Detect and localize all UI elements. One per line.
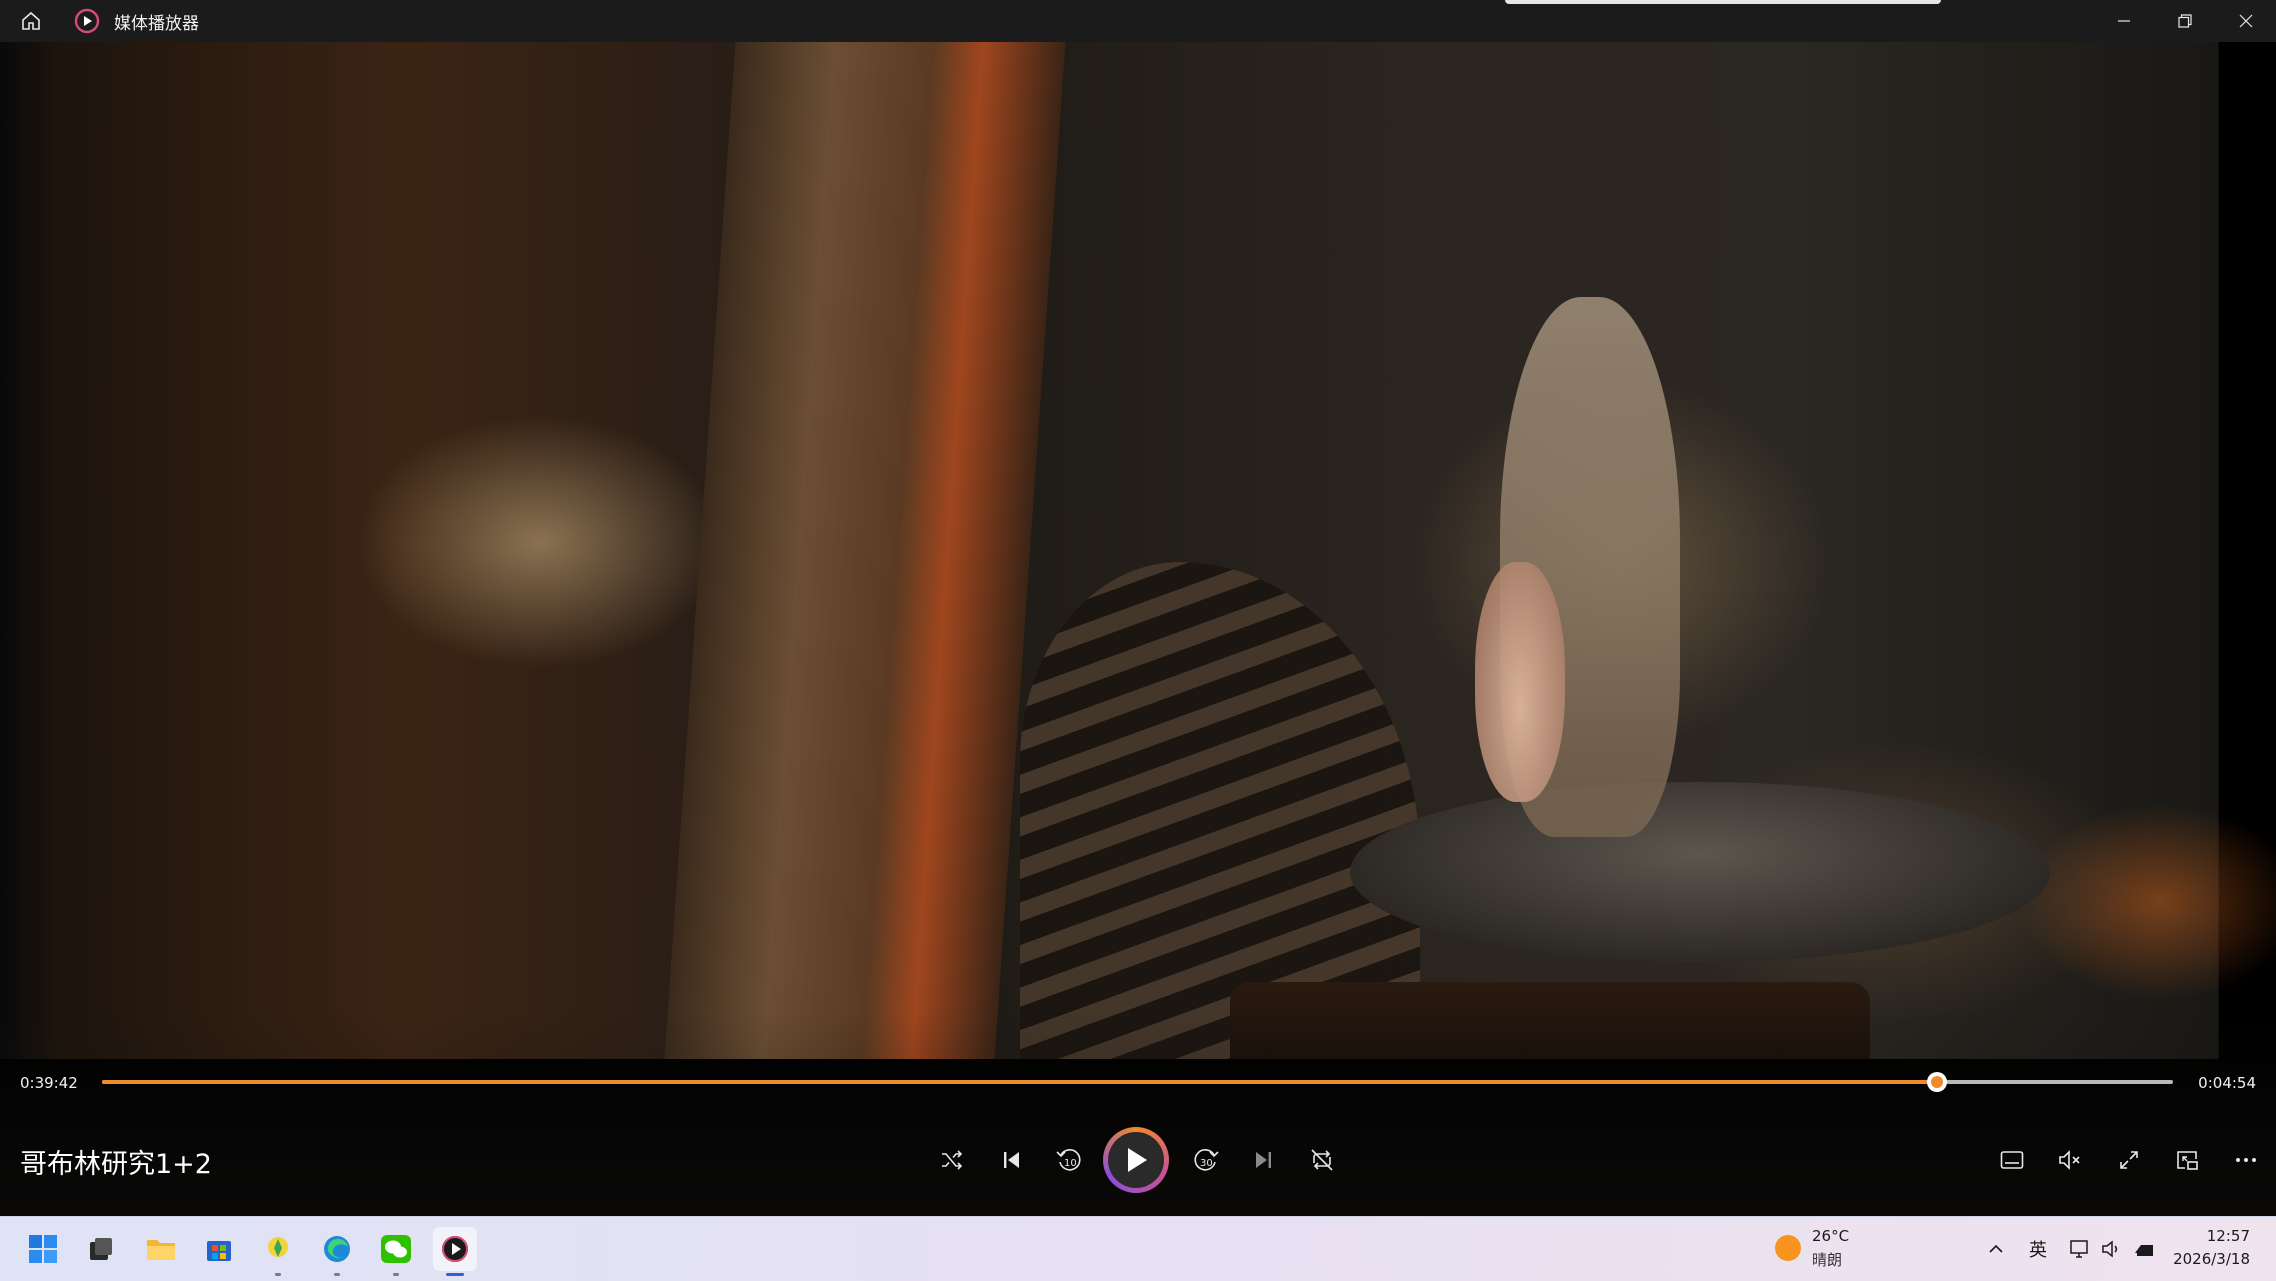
scene-tree-trunk [664,42,1066,1059]
rewind-10-label: 10 [1064,1158,1077,1169]
video-frame[interactable] [0,42,2276,1059]
weather-sun-icon[interactable] [1773,1233,1803,1263]
more-button[interactable] [2220,1134,2272,1186]
shuffle-icon [942,1150,963,1170]
top-search-bar-edge [1505,0,1941,4]
play-button[interactable] [1103,1127,1169,1193]
weather-temperature[interactable]: 26°C [1812,1227,1849,1245]
restore-button[interactable] [2154,0,2215,42]
previous-button[interactable] [985,1134,1037,1186]
network-button[interactable] [2065,1234,2095,1264]
home-button[interactable] [0,0,62,42]
battery-button[interactable] [2130,1234,2160,1264]
media-player-icon [442,1236,468,1262]
subtitles-icon [2000,1151,2024,1169]
wechat-button[interactable] [374,1227,418,1276]
edge-icon [324,1236,350,1262]
play-icon [1128,1148,1147,1172]
wechat-icon [381,1235,411,1263]
rewind-10-icon: 10 [1056,1149,1081,1171]
forward-30-icon: 30 [1194,1149,1219,1171]
seek-thumb[interactable] [1926,1072,1947,1092]
store-icon [207,1241,231,1261]
close-button[interactable] [2215,0,2276,42]
shuffle-button[interactable] [926,1134,978,1186]
weather-description[interactable]: 晴朗 [1812,1249,1842,1270]
media-player-taskbar-button[interactable] [433,1227,477,1276]
close-icon [2239,14,2252,28]
running-indicator [393,1273,399,1276]
volume-button[interactable] [2044,1134,2096,1186]
clock-time[interactable]: 12:57 [2207,1227,2250,1245]
title-bar: 媒体播放器 [0,0,2276,42]
start-button[interactable] [21,1227,65,1271]
app-icon [74,8,100,34]
running-indicator [334,1273,340,1276]
start-icon [29,1235,57,1263]
speaker-icon [2102,1240,2118,1258]
edge-button[interactable] [315,1227,359,1276]
chevron-up-icon [1989,1244,2003,1253]
volume-tray-button[interactable] [2097,1234,2127,1264]
app-yellow-icon [268,1237,288,1257]
window-title: 媒体播放器 [114,13,199,34]
network-icon [2070,1240,2088,1258]
next-button[interactable] [1238,1134,1290,1186]
fullscreen-button[interactable] [2103,1134,2155,1186]
mini-player-icon [2177,1151,2198,1170]
home-icon [22,11,40,30]
seek-bar-fill [102,1080,1937,1084]
forward-30-label: 30 [1200,1158,1213,1169]
scene-stone-platform [1350,782,2050,962]
repeat-button[interactable] [1296,1134,1348,1186]
ime-indicator[interactable]: 英 [2023,1234,2053,1264]
duration: 0:04:54 [2198,1074,2256,1092]
next-icon [1256,1152,1271,1168]
repeat-off-icon [1311,1149,1333,1171]
store-button[interactable] [197,1227,241,1271]
taskview-icon [90,1238,112,1260]
more-icon [2236,1158,2256,1162]
mini-player-button[interactable] [2161,1134,2213,1186]
clock-date[interactable]: 2026/3/18 [2173,1250,2250,1268]
mute-icon [2059,1150,2080,1170]
controls-scrim [0,1010,2276,1228]
restore-icon [2177,14,2192,28]
minimize-button[interactable] [2093,0,2154,42]
media-title: 哥布林研究1+2 [20,1149,212,1180]
file-explorer-icon [147,1240,175,1260]
rewind-10-button[interactable]: 10 [1043,1134,1095,1186]
running-indicator [275,1273,281,1276]
fullscreen-icon [2120,1151,2138,1169]
subtitles-button[interactable] [1986,1134,2038,1186]
tray-overflow-button[interactable] [1981,1234,2011,1264]
battery-icon [2135,1245,2153,1256]
yellow-app-button[interactable] [256,1227,300,1276]
taskview-button[interactable] [79,1227,123,1271]
scene-figure-small [1475,562,1565,802]
seek-bar[interactable] [102,1072,2173,1092]
previous-icon [1004,1152,1019,1168]
forward-30-button[interactable]: 30 [1180,1134,1232,1186]
active-indicator [446,1273,464,1276]
current-time: 0:39:42 [20,1074,78,1092]
file-explorer-button[interactable] [139,1227,183,1271]
minimize-icon [2117,20,2130,22]
taskbar [0,1216,2276,1281]
